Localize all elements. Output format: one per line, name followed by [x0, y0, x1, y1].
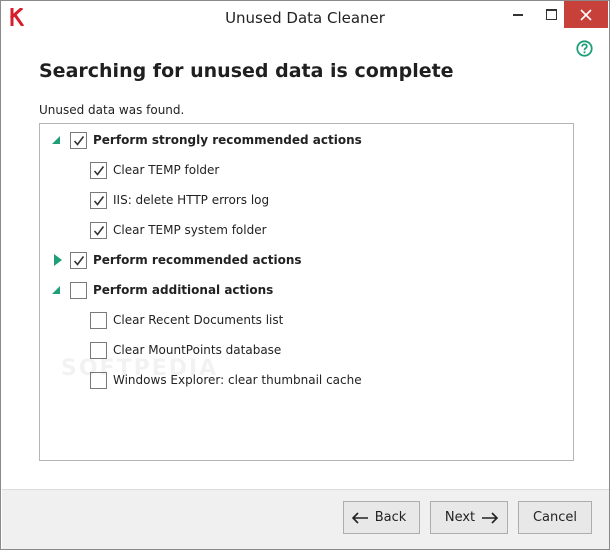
tree-group-recommended[interactable]: Perform recommended actions	[70, 250, 302, 270]
close-button[interactable]	[564, 1, 608, 28]
tree-item-iis-log[interactable]: IIS: delete HTTP errors log	[90, 190, 269, 210]
checkbox[interactable]	[90, 191, 107, 209]
checkbox[interactable]	[90, 341, 107, 359]
tree-item-clear-temp-system[interactable]: Clear TEMP system folder	[90, 220, 267, 240]
tree-item-mountpoints[interactable]: Clear MountPoints database	[90, 340, 281, 360]
expand-arrow-icon[interactable]	[54, 254, 62, 266]
help-icon[interactable]	[576, 40, 593, 57]
checkbox[interactable]	[90, 161, 107, 179]
cancel-button-label: Cancel	[532, 510, 578, 525]
back-button[interactable]: Back	[343, 501, 420, 534]
tree-group-label: Perform recommended actions	[93, 253, 302, 267]
tree-group-label: Perform strongly recommended actions	[93, 133, 362, 147]
collapse-arrow-icon[interactable]	[51, 135, 61, 145]
checkbox[interactable]	[70, 131, 87, 149]
checkbox[interactable]	[70, 251, 87, 269]
tree-group-strongly-recommended[interactable]: Perform strongly recommended actions	[70, 130, 362, 150]
tree-item-thumbnail-cache[interactable]: Windows Explorer: clear thumbnail cache	[90, 370, 362, 390]
minimize-button[interactable]	[501, 1, 535, 28]
tree-item-label: Clear TEMP folder	[113, 163, 220, 177]
page-heading: Searching for unused data is complete	[39, 60, 454, 82]
tree-item-recent-documents[interactable]: Clear Recent Documents list	[90, 310, 283, 330]
checkmark-icon	[93, 225, 105, 236]
tree-item-label: Clear Recent Documents list	[113, 313, 284, 327]
checkmark-icon	[73, 135, 85, 146]
app-window: Unused Data Cleaner Searching for unused…	[0, 0, 610, 550]
checkbox[interactable]	[70, 281, 87, 299]
close-icon	[580, 9, 592, 21]
back-button-label: Back	[374, 510, 407, 525]
tree-item-label: Clear TEMP system folder	[113, 223, 267, 237]
tree-group-additional[interactable]: Perform additional actions	[70, 280, 273, 300]
next-button[interactable]: Next	[430, 501, 508, 534]
checkmark-icon	[73, 255, 85, 266]
tree-item-label: IIS: delete HTTP errors log	[113, 193, 270, 207]
arrow-left-icon	[351, 511, 368, 524]
tree-item-label: Clear MountPoints database	[113, 343, 282, 357]
tree-group-label: Perform additional actions	[93, 283, 274, 297]
checkmark-icon	[93, 165, 105, 176]
checkbox[interactable]	[90, 371, 107, 389]
tree-item-label: Windows Explorer: clear thumbnail cache	[113, 373, 362, 387]
checkmark-icon	[93, 195, 105, 206]
status-text: Unused data was found.	[39, 103, 185, 117]
arrow-right-icon	[482, 511, 499, 524]
next-button-label: Next	[444, 510, 476, 525]
collapse-arrow-icon[interactable]	[51, 285, 61, 295]
tree-item-clear-temp[interactable]: Clear TEMP folder	[90, 160, 219, 180]
actions-tree: Perform strongly recommended actions Cle…	[39, 123, 574, 461]
maximize-button[interactable]	[535, 1, 567, 28]
checkbox[interactable]	[90, 221, 107, 239]
title-bar[interactable]: Unused Data Cleaner	[1, 1, 609, 32]
cancel-button[interactable]: Cancel	[518, 501, 592, 534]
checkbox[interactable]	[90, 311, 107, 329]
